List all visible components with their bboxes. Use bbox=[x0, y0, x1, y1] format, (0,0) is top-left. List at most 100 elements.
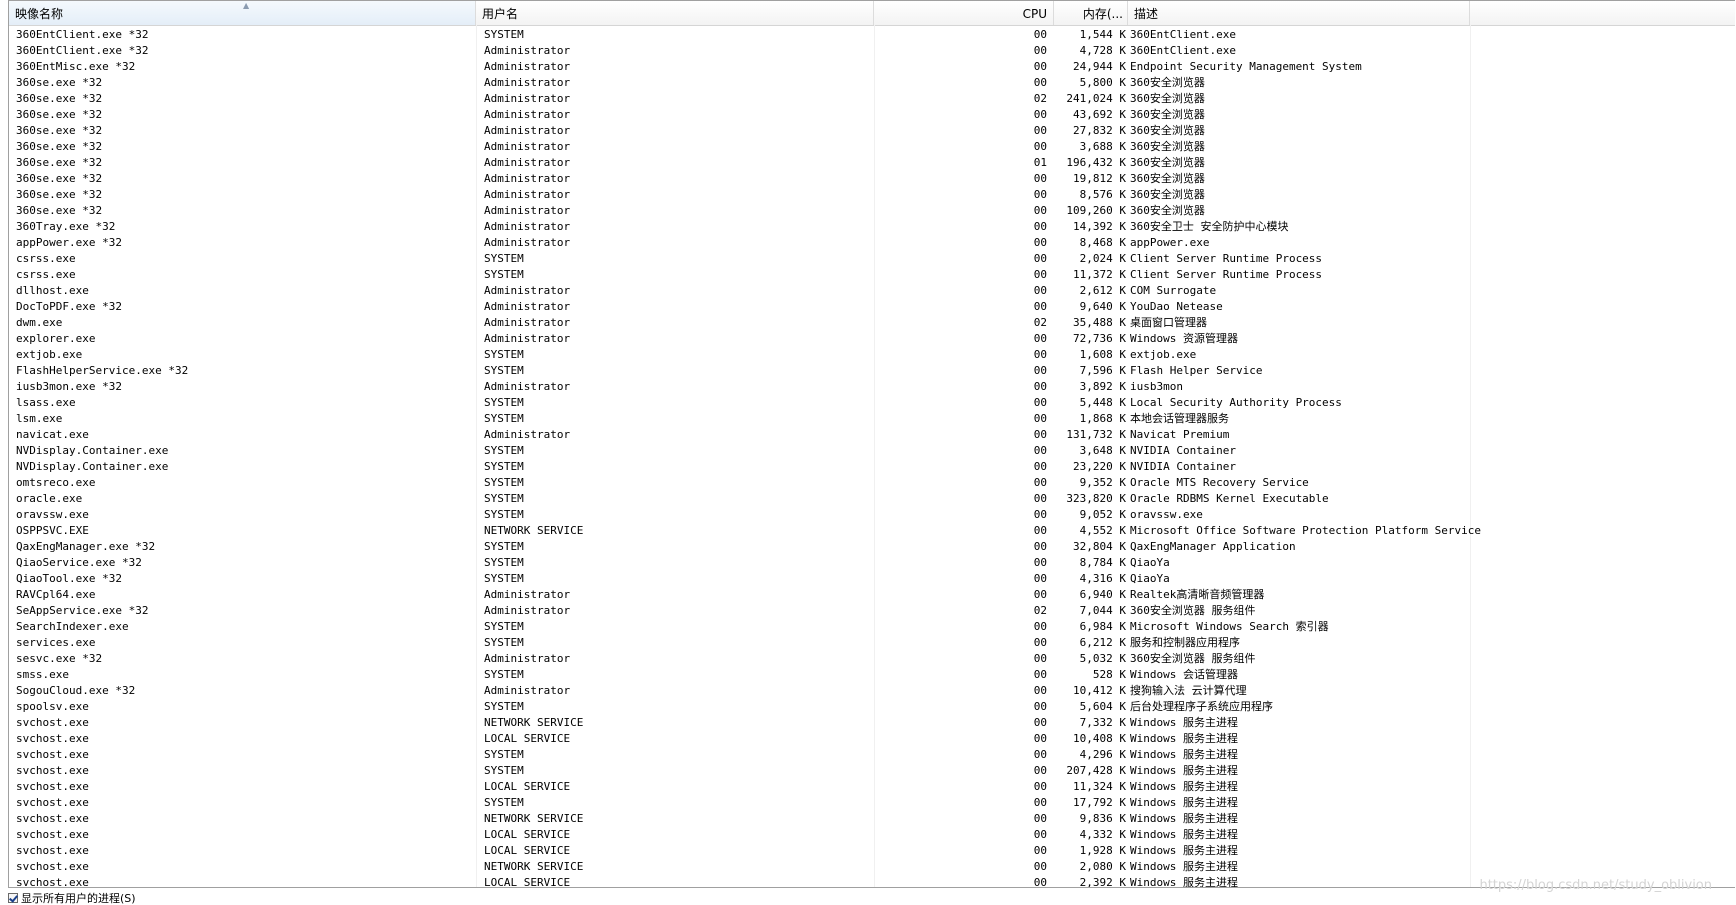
column-header-user[interactable]: 用户名 bbox=[476, 1, 874, 25]
table-row[interactable]: sesvc.exe *32 Administrator 00 5,032 K 360安全… bbox=[9, 651, 1735, 667]
table-row[interactable]: 360se.exe *32 Administrator 00 109,260 K 360… bbox=[9, 203, 1735, 219]
table-row[interactable]: OSPPSVC.EXE NETWORK SERVICE 00 4,552 K Micro… bbox=[9, 523, 1735, 539]
table-row[interactable]: FlashHelperService.exe *32 SYSTEM 00 7,596 … bbox=[9, 363, 1735, 379]
table-row[interactable]: svchost.exe NETWORK SERVICE 00 7,332 K Windo… bbox=[9, 715, 1735, 731]
table-row[interactable]: csrss.exe SYSTEM 00 11,372 K Client Server R… bbox=[9, 267, 1735, 283]
cell-cpu: 00 bbox=[1033, 588, 1047, 601]
table-row[interactable]: 360EntClient.exe *32 Administrator 00 4,728… bbox=[9, 43, 1735, 59]
cell-user: SYSTEM bbox=[484, 444, 524, 457]
cell-cpu: 00 bbox=[1033, 60, 1047, 73]
table-row[interactable]: QiaoService.exe *32 SYSTEM 00 8,784 K QiaoYa bbox=[9, 555, 1735, 571]
table-row[interactable]: 360EntMisc.exe *32 Administrator 00 24,944 … bbox=[9, 59, 1735, 75]
cell-image-name: navicat.exe bbox=[16, 428, 89, 441]
cell-description: QiaoYa bbox=[1130, 556, 1170, 569]
table-row[interactable]: svchost.exe LOCAL SERVICE 00 1,928 K Windows… bbox=[9, 843, 1735, 859]
table-row[interactable]: lsm.exe SYSTEM 00 1,868 K 本地会话管理器服务 bbox=[9, 411, 1735, 427]
column-header-user-label: 用户名 bbox=[482, 7, 519, 21]
table-row[interactable]: QiaoTool.exe *32 SYSTEM 00 4,316 K QiaoYa bbox=[9, 571, 1735, 587]
cell-description: Endpoint Security Management System bbox=[1130, 60, 1362, 73]
cell-image-name: dwm.exe bbox=[16, 316, 63, 329]
cell-description: Windows 服务主进程 bbox=[1130, 732, 1238, 745]
cell-cpu: 00 bbox=[1033, 748, 1047, 761]
cell-image-name: QaxEngManager.exe *32 bbox=[16, 540, 156, 553]
table-row[interactable]: services.exe SYSTEM 00 6,212 K 服务和控制器应用程序 bbox=[9, 635, 1735, 651]
cell-user: Administrator bbox=[484, 76, 571, 89]
cell-image-name: 360se.exe *32 bbox=[16, 140, 103, 153]
table-row[interactable]: oravssw.exe SYSTEM 00 9,052 K oravssw.exe bbox=[9, 507, 1735, 523]
column-header-memory-label: 内存(... bbox=[1082, 7, 1123, 21]
column-header-cpu[interactable]: CPU bbox=[1004, 1, 1054, 25]
table-row[interactable]: navicat.exe Administrator 00 131,732 K Navic… bbox=[9, 427, 1735, 443]
table-row[interactable]: 360se.exe *32 Administrator 00 43,692 K 360安… bbox=[9, 107, 1735, 123]
table-row[interactable]: NVDisplay.Container.exe SYSTEM 00 23,220 K N… bbox=[9, 459, 1735, 475]
table-row[interactable]: 360se.exe *32 Administrator 01 196,432 K 360… bbox=[9, 155, 1735, 171]
table-row[interactable]: svchost.exe NETWORK SERVICE 00 9,836 K Windo… bbox=[9, 811, 1735, 827]
table-row[interactable]: SeAppService.exe *32 Administrator 02 7,044… bbox=[9, 603, 1735, 619]
cell-user: Administrator bbox=[484, 172, 571, 185]
table-row[interactable]: svchost.exe SYSTEM 00 4,296 K Windows 服务主进程 bbox=[9, 747, 1735, 763]
cell-memory: 3,892 K bbox=[1079, 380, 1126, 393]
cell-memory: 2,080 K bbox=[1079, 860, 1126, 873]
table-row[interactable]: spoolsv.exe SYSTEM 00 5,604 K 后台处理程序子系统应用程序 bbox=[9, 699, 1735, 715]
table-row[interactable]: DocToPDF.exe *32 Administrator 00 9,640 K Yo… bbox=[9, 299, 1735, 315]
cell-cpu: 00 bbox=[1033, 668, 1047, 681]
table-row[interactable]: omtsreco.exe SYSTEM 00 9,352 K Oracle MTS Re… bbox=[9, 475, 1735, 491]
cell-description: 360安全浏览器 bbox=[1130, 92, 1205, 105]
table-row[interactable]: svchost.exe LOCAL SERVICE 00 2,392 K Windows… bbox=[9, 875, 1735, 887]
cell-description: Windows 服务主进程 bbox=[1130, 796, 1238, 809]
cell-description: COM Surrogate bbox=[1130, 284, 1217, 297]
cell-user: Administrator bbox=[484, 332, 571, 345]
table-row[interactable]: iusb3mon.exe *32 Administrator 00 3,892 K iu… bbox=[9, 379, 1735, 395]
cell-memory: 6,212 K bbox=[1079, 636, 1126, 649]
column-header-memory[interactable]: 内存(... bbox=[1054, 1, 1128, 25]
cell-memory: 72,736 K bbox=[1073, 332, 1126, 345]
table-row[interactable]: csrss.exe SYSTEM 00 2,024 K Client Server Ru… bbox=[9, 251, 1735, 267]
table-row[interactable]: lsass.exe SYSTEM 00 5,448 K Local Security A… bbox=[9, 395, 1735, 411]
table-row[interactable]: svchost.exe LOCAL SERVICE 00 10,408 K Window… bbox=[9, 731, 1735, 747]
table-row[interactable]: 360EntClient.exe *32 SYSTEM 00 1,544 K 360En… bbox=[9, 27, 1735, 43]
table-row[interactable]: 360se.exe *32 Administrator 00 3,688 K 360安全… bbox=[9, 139, 1735, 155]
table-row[interactable]: svchost.exe LOCAL SERVICE 00 4,332 K Windows… bbox=[9, 827, 1735, 843]
table-row[interactable]: oracle.exe SYSTEM 00 323,820 K Oracle RDBMS … bbox=[9, 491, 1735, 507]
table-row[interactable]: smss.exe SYSTEM 00 528 K Windows 会话管理器 bbox=[9, 667, 1735, 683]
cell-memory: 9,352 K bbox=[1079, 476, 1126, 489]
cell-image-name: omtsreco.exe bbox=[16, 476, 96, 489]
cell-user: NETWORK SERVICE bbox=[484, 716, 584, 729]
table-row[interactable]: 360se.exe *32 Administrator 00 8,576 K 360安全… bbox=[9, 187, 1735, 203]
column-header-image-name[interactable]: 映像名称 ▲ bbox=[9, 1, 476, 25]
table-row[interactable]: 360Tray.exe *32 Administrator 00 14,392 K 36… bbox=[9, 219, 1735, 235]
table-row[interactable]: dllhost.exe Administrator 00 2,612 K COM Sur… bbox=[9, 283, 1735, 299]
cell-memory: 43,692 K bbox=[1073, 108, 1126, 121]
table-row[interactable]: svchost.exe SYSTEM 00 17,792 K Windows 服务主进程 bbox=[9, 795, 1735, 811]
table-row[interactable]: 360se.exe *32 Administrator 00 5,800 K 360安全… bbox=[9, 75, 1735, 91]
table-row[interactable]: QaxEngManager.exe *32 SYSTEM 00 32,804 K Qax… bbox=[9, 539, 1735, 555]
sort-up-icon: ▲ bbox=[243, 1, 250, 10]
table-row[interactable]: 360se.exe *32 Administrator 00 27,832 K 360安… bbox=[9, 123, 1735, 139]
table-row[interactable]: SearchIndexer.exe SYSTEM 00 6,984 K Microsof… bbox=[9, 619, 1735, 635]
table-row[interactable]: RAVCpl64.exe Administrator 00 6,940 K Realte… bbox=[9, 587, 1735, 603]
cell-memory: 196,432 K bbox=[1066, 156, 1126, 169]
table-row[interactable]: extjob.exe SYSTEM 00 1,608 K extjob.exe bbox=[9, 347, 1735, 363]
cell-user: Administrator bbox=[484, 108, 571, 121]
table-row[interactable]: svchost.exe SYSTEM 00 207,428 K Windows 服务主进… bbox=[9, 763, 1735, 779]
show-all-users-option[interactable]: 显示所有用户的进程(S) bbox=[8, 893, 136, 905]
table-row[interactable]: explorer.exe Administrator 00 72,736 K Windo… bbox=[9, 331, 1735, 347]
cell-memory: 5,800 K bbox=[1079, 76, 1126, 89]
table-row[interactable]: SogouCloud.exe *32 Administrator 00 10,412 … bbox=[9, 683, 1735, 699]
table-row[interactable]: appPower.exe *32 Administrator 00 8,468 K ap… bbox=[9, 235, 1735, 251]
cell-description: Windows 服务主进程 bbox=[1130, 764, 1238, 777]
table-row[interactable]: NVDisplay.Container.exe SYSTEM 00 3,648 K NV… bbox=[9, 443, 1735, 459]
column-header-description[interactable]: 描述 bbox=[1128, 1, 1470, 25]
table-row[interactable]: svchost.exe NETWORK SERVICE 00 2,080 K Windo… bbox=[9, 859, 1735, 875]
table-row[interactable]: 360se.exe *32 Administrator 02 241,024 K 360… bbox=[9, 91, 1735, 107]
process-list-view[interactable]: 映像名称 ▲ 用户名 CPU 内存(... 描述 360EntClient.ex… bbox=[8, 0, 1735, 888]
cell-user: SYSTEM bbox=[484, 412, 524, 425]
table-row[interactable]: svchost.exe LOCAL SERVICE 00 11,324 K Window… bbox=[9, 779, 1735, 795]
table-row[interactable]: dwm.exe Administrator 02 35,488 K 桌面窗口管理器 bbox=[9, 315, 1735, 331]
cell-image-name: spoolsv.exe bbox=[16, 700, 89, 713]
process-rows: 360EntClient.exe *32 SYSTEM 00 1,544 K 360En… bbox=[9, 27, 1735, 887]
cell-description: 360安全浏览器 服务组件 bbox=[1130, 604, 1256, 617]
show-all-users-checkbox[interactable] bbox=[8, 893, 18, 903]
table-row[interactable]: 360se.exe *32 Administrator 00 19,812 K 360安… bbox=[9, 171, 1735, 187]
cell-description: Windows 服务主进程 bbox=[1130, 844, 1238, 857]
